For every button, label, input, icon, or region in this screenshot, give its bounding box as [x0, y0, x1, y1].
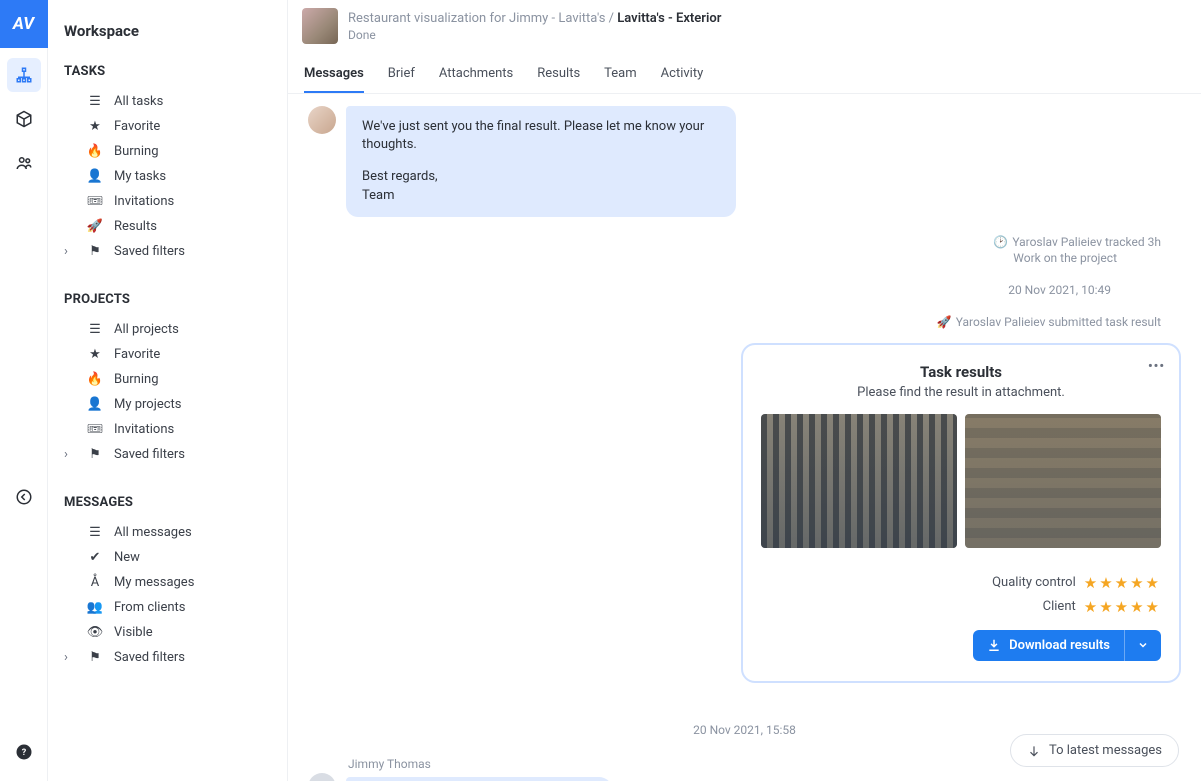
- left-rail: AV ?: [0, 0, 48, 781]
- download-dropdown[interactable]: [1124, 630, 1161, 661]
- breadcrumb-current: Lavitta's - Exterior: [617, 11, 721, 26]
- nav-label: New: [114, 550, 140, 565]
- nav-label: Burning: [114, 144, 159, 159]
- main-panel: Restaurant visualization for Jimmy - Lav…: [288, 0, 1201, 781]
- result-subtitle: Please find the result in attachment.: [761, 385, 1161, 400]
- message-row: We've just sent you the final result. Pl…: [308, 106, 1181, 217]
- more-icon[interactable]: •••: [1148, 359, 1165, 374]
- result-image-1[interactable]: [761, 414, 957, 548]
- tab-team[interactable]: Team: [604, 58, 637, 93]
- help-icon[interactable]: ?: [7, 735, 41, 769]
- nav-saved-filters-messages[interactable]: ›⚑Saved filters: [64, 645, 273, 670]
- nav-label: Invitations: [114, 422, 174, 437]
- nav-all-messages[interactable]: ☰All messages: [64, 520, 273, 545]
- task-header: Restaurant visualization for Jimmy - Lav…: [288, 0, 1201, 94]
- nav-all-tasks[interactable]: ☰All tasks: [64, 89, 273, 114]
- sender-avatar[interactable]: [308, 773, 336, 781]
- nav-saved-filters-projects[interactable]: ›⚑Saved filters: [64, 442, 273, 467]
- nav-label: My messages: [114, 575, 194, 590]
- nav-label: Saved filters: [114, 650, 185, 665]
- message-line: Team: [362, 187, 720, 205]
- tabs: Messages Brief Attachments Results Team …: [302, 58, 1181, 93]
- result-image-2[interactable]: [965, 414, 1161, 548]
- rating-quality: Quality control ★★★★★: [992, 574, 1161, 592]
- tab-brief[interactable]: Brief: [388, 58, 415, 93]
- to-latest-messages-button[interactable]: To latest messages: [1010, 734, 1179, 767]
- rating-client: Client ★★★★★: [1043, 598, 1161, 616]
- message-thread[interactable]: We've just sent you the final result. Pl…: [288, 94, 1201, 781]
- section-tasks-header: TASKS: [64, 64, 273, 79]
- nav-my-projects[interactable]: 👤My projects: [64, 392, 273, 417]
- nav-label: Invitations: [114, 194, 174, 209]
- download-results-button[interactable]: Download results: [973, 630, 1161, 661]
- workspace-title: Workspace: [64, 22, 273, 40]
- nav-label: All messages: [114, 525, 192, 540]
- nav-my-messages[interactable]: ÅMy messages: [64, 570, 273, 595]
- nav-burning-tasks[interactable]: 🔥Burning: [64, 139, 273, 164]
- nav-label: Results: [114, 219, 157, 234]
- star-icon: ★★★★★: [1084, 598, 1161, 616]
- arrow-down-icon: [1027, 744, 1041, 758]
- nav-label: All projects: [114, 322, 179, 337]
- tab-messages[interactable]: Messages: [304, 58, 364, 93]
- star-icon: ★★★★★: [1084, 574, 1161, 592]
- collapse-icon[interactable]: [7, 480, 41, 514]
- nav-label: Visible: [114, 625, 153, 640]
- brand-logo[interactable]: AV: [0, 0, 48, 48]
- nav-label: Favorite: [114, 347, 160, 362]
- nav-favorite-projects[interactable]: ★Favorite: [64, 342, 273, 367]
- activity-submitted: 🚀Yaroslav Palieiev submitted task result: [308, 315, 1161, 329]
- tab-results[interactable]: Results: [537, 58, 580, 93]
- nav-results-tasks[interactable]: 🚀Results: [64, 214, 273, 239]
- nav-new-messages[interactable]: ✔New: [64, 545, 273, 570]
- message-line: Best regards,: [362, 168, 720, 186]
- message-row: Looks great! Thanks for your work on thi…: [308, 773, 1181, 781]
- nav-invitations-projects[interactable]: 🎟Invitations: [64, 417, 273, 442]
- nav-visible[interactable]: 👁Visible: [64, 620, 273, 645]
- sender-avatar[interactable]: [308, 106, 336, 134]
- nav-label: Saved filters: [114, 447, 185, 462]
- nav-label: All tasks: [114, 94, 163, 109]
- breadcrumb[interactable]: Restaurant visualization for Jimmy - Lav…: [348, 11, 721, 26]
- nav-label: From clients: [114, 600, 186, 615]
- sidebar: Workspace TASKS ☰All tasks ★Favorite 🔥Bu…: [48, 0, 288, 781]
- rocket-icon: 🚀: [937, 315, 952, 329]
- chevron-down-icon: [1137, 639, 1149, 651]
- nav-workspace-icon[interactable]: [7, 58, 41, 92]
- tab-attachments[interactable]: Attachments: [439, 58, 513, 93]
- nav-label: Burning: [114, 372, 159, 387]
- tab-activity[interactable]: Activity: [661, 58, 704, 93]
- nav-label: My projects: [114, 397, 182, 412]
- message-bubble[interactable]: We've just sent you the final result. Pl…: [346, 106, 736, 217]
- nav-cube-icon[interactable]: [7, 102, 41, 136]
- nav-favorite-tasks[interactable]: ★Favorite: [64, 114, 273, 139]
- button-label: To latest messages: [1049, 743, 1162, 758]
- message-bubble[interactable]: Looks great! Thanks for your work on thi…: [346, 777, 613, 781]
- nav-invitations-tasks[interactable]: 🎟Invitations: [64, 189, 273, 214]
- download-icon: [987, 638, 1001, 652]
- nav-label: Saved filters: [114, 244, 185, 259]
- task-result-card: ••• Task results Please find the result …: [741, 343, 1181, 683]
- result-title: Task results: [761, 363, 1161, 381]
- project-avatar[interactable]: [302, 8, 338, 44]
- breadcrumb-sep: /: [609, 11, 614, 26]
- section-projects-header: PROJECTS: [64, 292, 273, 307]
- nav-label: My tasks: [114, 169, 166, 184]
- nav-team-icon[interactable]: [7, 146, 41, 180]
- nav-all-projects[interactable]: ☰All projects: [64, 317, 273, 342]
- clock-icon: 🕑: [993, 235, 1008, 249]
- nav-saved-filters-tasks[interactable]: ›⚑Saved filters: [64, 239, 273, 264]
- nav-my-tasks[interactable]: 👤My tasks: [64, 164, 273, 189]
- activity-tracked: 🕑Yaroslav Palieiev tracked 3h Work on th…: [308, 235, 1161, 265]
- nav-from-clients[interactable]: 👥From clients: [64, 595, 273, 620]
- task-status: Done: [348, 28, 721, 42]
- breadcrumb-parent[interactable]: Restaurant visualization for Jimmy - Lav…: [348, 11, 605, 26]
- section-messages-header: MESSAGES: [64, 495, 273, 510]
- svg-text:?: ?: [21, 748, 26, 758]
- message-line: We've just sent you the final result. Pl…: [362, 118, 720, 154]
- button-label: Download results: [1009, 638, 1110, 653]
- nav-burning-projects[interactable]: 🔥Burning: [64, 367, 273, 392]
- nav-label: Favorite: [114, 119, 160, 134]
- timestamp: 20 Nov 2021, 10:49: [308, 283, 1111, 297]
